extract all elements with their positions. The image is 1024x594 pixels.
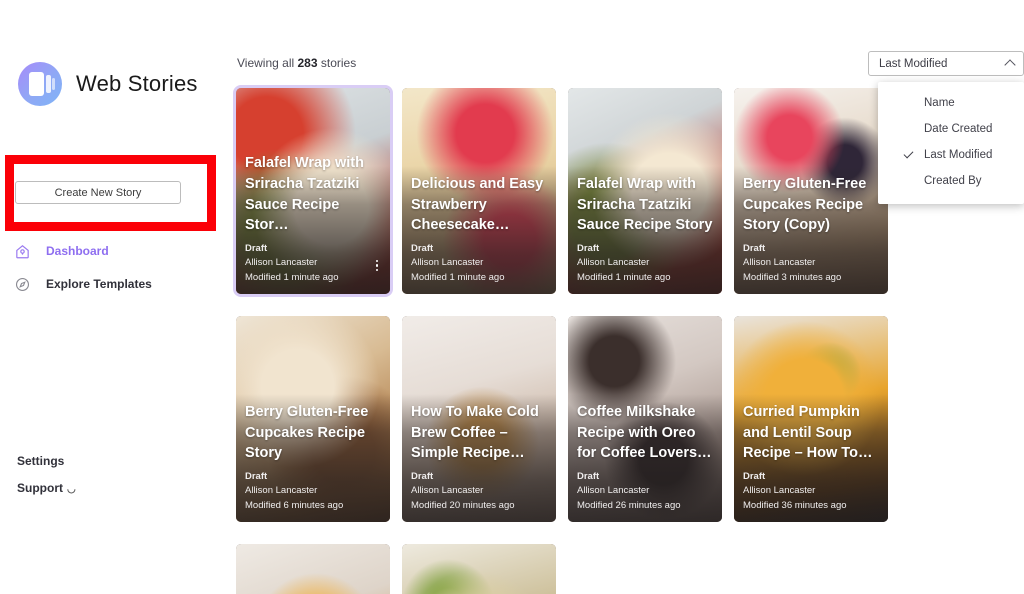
sort-selected-label: Last Modified — [879, 57, 948, 70]
sidebar-nav: Dashboard Explore Templates — [14, 238, 214, 297]
web-stories-dashboard: Web Stories Create New Story Dashboard E… — [0, 0, 1024, 594]
external-link-icon: ◡ — [67, 484, 76, 495]
chevron-up-icon — [1006, 59, 1015, 68]
story-modified: Modified 3 minutes ago — [743, 271, 842, 283]
story-author: Allison Lancaster — [743, 485, 816, 497]
status-badge: Draft — [245, 470, 268, 482]
story-title: Delicious and Easy Strawberry Cheesecake… — [411, 175, 544, 234]
story-author: Allison Lancaster — [743, 257, 816, 269]
story-card[interactable]: Berry Gluten-Free Cupcakes Recipe Story D… — [236, 316, 390, 522]
sort-dropdown-trigger[interactable]: Last Modified — [868, 51, 1024, 76]
story-title: Berry Gluten-Free Cupcakes Recipe Story — [245, 403, 369, 462]
story-meta: Curried Pumpkin and Lentil Soup Recipe –… — [743, 402, 879, 513]
viewing-prefix: Viewing all — [237, 56, 295, 70]
story-meta: Coffee Milkshake Recipe with Oreo for Co… — [577, 402, 713, 513]
story-modified: Modified 1 minute ago — [411, 271, 505, 283]
story-title: Berry Gluten-Free Cupcakes Recipe Story … — [743, 175, 867, 234]
story-details: Draft Allison Lancaster Modified 3 minutes… — [743, 242, 879, 285]
story-details: Draft Allison Lancaster Modified 1 minute … — [411, 242, 547, 285]
sort-option-label: Date Created — [924, 123, 993, 135]
story-card[interactable]: How To Make Zoodles With Thai Red Curry … — [402, 544, 556, 594]
story-title: How To Make Cold Brew Coffee – Simple Re… — [411, 403, 539, 462]
sort-dropdown-menu: Name Date Created Last Modified Created … — [878, 82, 1024, 204]
status-badge: Draft — [577, 242, 600, 254]
web-stories-logo-icon — [18, 62, 62, 106]
story-card[interactable]: Coffee Milkshake Recipe with Oreo for Co… — [568, 316, 722, 522]
story-details: Draft Allison Lancaster Modified 1 minute … — [577, 242, 713, 285]
story-context-menu-button[interactable] — [371, 259, 383, 271]
status-badge: Draft — [743, 242, 766, 254]
status-badge: Draft — [411, 242, 434, 254]
story-meta: Berry Gluten-Free Cupcakes Recipe Story … — [743, 174, 879, 285]
story-author: Allison Lancaster — [245, 485, 318, 497]
story-author: Allison Lancaster — [411, 257, 484, 269]
story-modified: Modified 1 minute ago — [245, 271, 339, 283]
main-content: Viewing all 283 stories Last Modified Na… — [232, 0, 1024, 594]
story-author: Allison Lancaster — [411, 485, 484, 497]
sort-option-label: Name — [924, 97, 955, 109]
story-card[interactable]: Curried Pumpkin and Lentil Soup Recipe –… — [734, 316, 888, 522]
story-author: Allison Lancaster — [245, 257, 318, 269]
story-title: Coffee Milkshake Recipe with Oreo for Co… — [577, 403, 712, 462]
story-modified: Modified 1 minute ago — [577, 271, 671, 283]
story-details: Draft Allison Lancaster Modified 26 minute… — [577, 470, 713, 513]
story-author: Allison Lancaster — [577, 257, 650, 269]
sort-option-last-modified[interactable]: Last Modified — [878, 142, 1024, 168]
sort-option-label: Last Modified — [924, 149, 993, 161]
sidebar-item-label: Dashboard — [46, 244, 109, 258]
story-title: Falafel Wrap with Sriracha Tzatziki Sauc… — [577, 175, 713, 234]
sidebar-item-label: Explore Templates — [46, 277, 152, 291]
brand-name: Web Stories — [76, 71, 198, 96]
story-details: Draft Allison Lancaster Modified 20 minute… — [411, 470, 547, 513]
check-icon — [903, 148, 914, 159]
story-thumbnail — [236, 544, 390, 594]
settings-label: Settings — [17, 454, 65, 468]
sort-option-created-by[interactable]: Created By — [878, 168, 1024, 194]
story-card[interactable]: Falafel Wrap with Sriracha Tzatziki Sauc… — [236, 88, 390, 294]
story-modified: Modified 20 minutes ago — [411, 499, 515, 511]
support-label: Support — [17, 481, 63, 495]
status-badge: Draft — [743, 470, 766, 482]
sidebar: Web Stories Create New Story Dashboard E… — [0, 0, 232, 594]
sort-option-name[interactable]: Name — [878, 90, 1024, 116]
sidebar-item-explore-templates[interactable]: Explore Templates — [14, 271, 214, 297]
story-title: Curried Pumpkin and Lentil Soup Recipe –… — [743, 403, 873, 462]
story-author: Allison Lancaster — [577, 485, 650, 497]
story-modified: Modified 6 minutes ago — [245, 499, 344, 511]
compass-icon — [14, 276, 31, 293]
sort-option-label: Created By — [924, 175, 982, 187]
story-card[interactable]: Berry Gluten-Free Cupcakes Recipe Story … — [734, 88, 888, 294]
sidebar-bottom-links: Settings Support ◡ — [17, 454, 76, 508]
sort-option-date-created[interactable]: Date Created — [878, 116, 1024, 142]
home-icon — [14, 243, 31, 260]
story-meta: Falafel Wrap with Sriracha Tzatziki Sauc… — [245, 153, 381, 285]
story-card[interactable]: Delicious and Easy Strawberry Cheesecake… — [402, 88, 556, 294]
support-link[interactable]: Support ◡ — [17, 481, 76, 495]
viewing-count: 283 — [297, 56, 318, 70]
story-details: Draft Allison Lancaster Modified 36 minute… — [743, 470, 879, 513]
story-meta: How To Make Cold Brew Coffee – Simple Re… — [411, 402, 547, 513]
create-new-story-button[interactable]: Create New Story — [15, 181, 181, 204]
story-modified: Modified 26 minutes ago — [577, 499, 681, 511]
status-badge: Draft — [245, 242, 268, 254]
story-meta: Berry Gluten-Free Cupcakes Recipe Story D… — [245, 402, 381, 513]
story-details: Draft Allison Lancaster Modified 6 minutes… — [245, 470, 381, 513]
story-card[interactable]: Delicious Carrot Soup Recipe With Almond… — [236, 544, 390, 594]
story-details: Draft Allison Lancaster Modified 1 minute … — [245, 242, 381, 285]
sidebar-item-dashboard[interactable]: Dashboard — [14, 238, 214, 264]
status-badge: Draft — [411, 470, 434, 482]
story-card[interactable]: How To Make Cold Brew Coffee – Simple Re… — [402, 316, 556, 522]
story-modified: Modified 36 minutes ago — [743, 499, 847, 511]
viewing-suffix: stories — [320, 56, 357, 70]
story-title: Falafel Wrap with Sriracha Tzatziki Sauc… — [245, 155, 364, 234]
story-meta: Falafel Wrap with Sriracha Tzatziki Sauc… — [577, 174, 713, 285]
story-thumbnail — [402, 544, 556, 594]
stories-count-label: Viewing all 283 stories — [237, 56, 356, 70]
brand: Web Stories — [18, 62, 198, 106]
settings-link[interactable]: Settings — [17, 454, 76, 468]
story-meta: Delicious and Easy Strawberry Cheesecake… — [411, 174, 547, 285]
story-card[interactable]: Falafel Wrap with Sriracha Tzatziki Sauc… — [568, 88, 722, 294]
status-badge: Draft — [577, 470, 600, 482]
